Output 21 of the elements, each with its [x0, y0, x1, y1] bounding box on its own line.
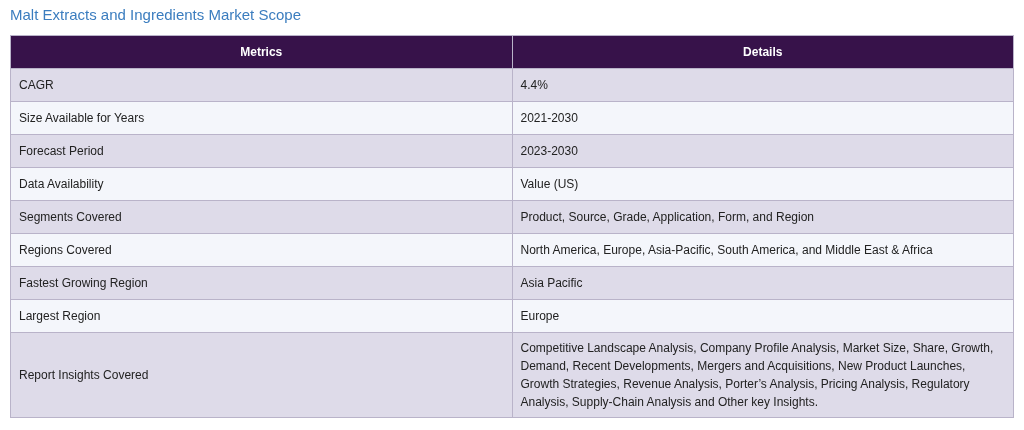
section-title: Malt Extracts and Ingredients Market Scope: [10, 5, 302, 25]
column-header: Details: [512, 35, 1014, 68]
table-cell: Europe: [512, 299, 1014, 332]
table-cell: Report Insights Covered: [10, 332, 512, 417]
table-cell: Forecast Period: [10, 134, 512, 167]
table-cell: Competitive Landscape Analysis, Company Profile Analysis, Market Size, Share, Growth, Demand, Recent Developments, Mergers and Acquisitions, New Product Launches, Growth Strategies, Revenue Analysis, Porter’s Analysis, Pricing Analysis, Regulatory Analysis, Supply-Chain Analysis and Other key Insights.: [512, 332, 1014, 417]
table-cell: Fastest Growing Region: [10, 266, 512, 299]
table-cell: Value (US): [512, 167, 1014, 200]
table-cell: CAGR: [10, 68, 512, 101]
column-header: Metrics: [10, 35, 512, 68]
table-cell: 2023-2030: [512, 134, 1014, 167]
table-cell: Size Available for Years: [10, 101, 512, 134]
table-cell: Segments Covered: [10, 200, 512, 233]
table-cell: Data Availability: [10, 167, 512, 200]
table-cell: North America, Europe, Asia-Pacific, South America, and Middle East & Africa: [512, 233, 1014, 266]
table-cell: Asia Pacific: [512, 266, 1014, 299]
table-cell: 4.4%: [512, 68, 1014, 101]
table-cell: Regions Covered: [10, 233, 512, 266]
table-cell: 2021-2030: [512, 101, 1014, 134]
table-cell: Largest Region: [10, 299, 512, 332]
table-cell: Product, Source, Grade, Application, Form, and Region: [512, 200, 1014, 233]
